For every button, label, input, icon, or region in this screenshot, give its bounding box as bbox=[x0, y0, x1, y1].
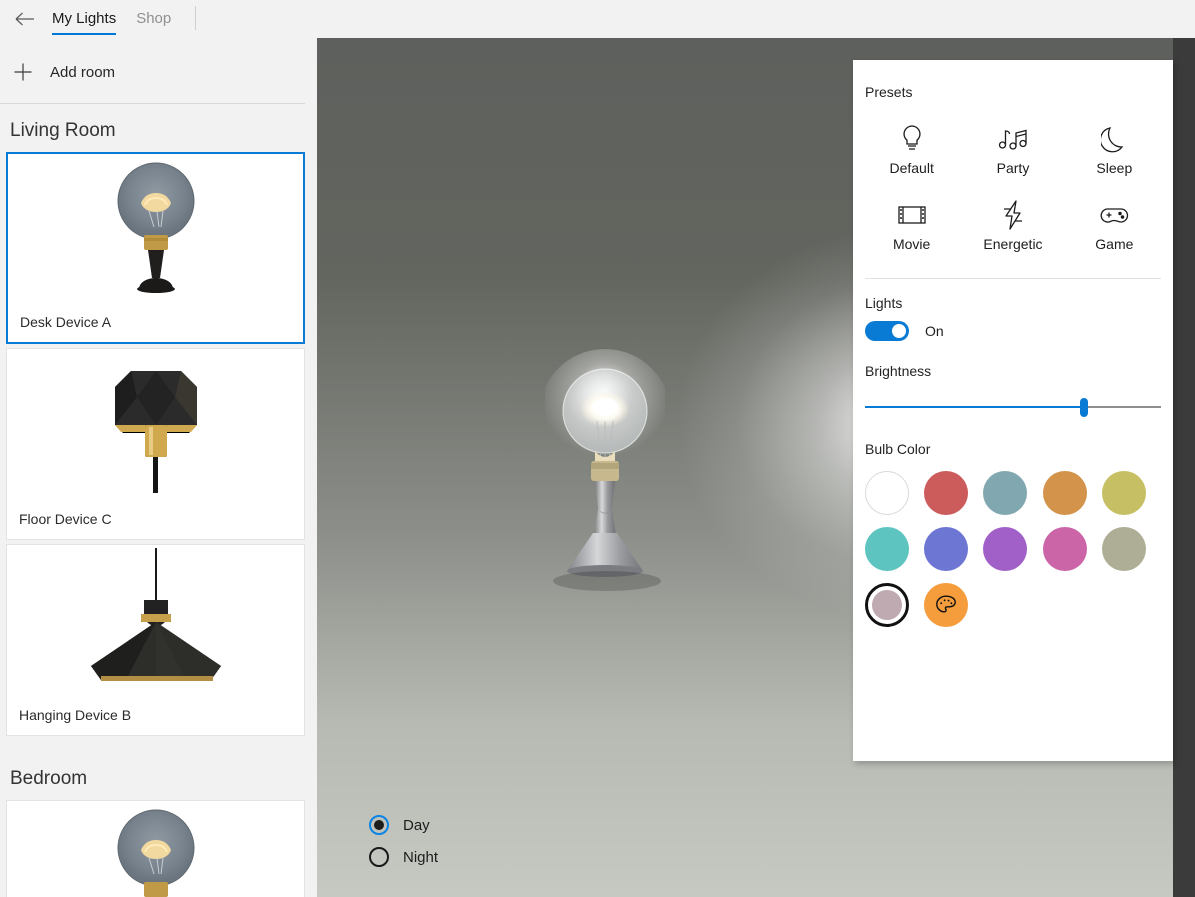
brightness-slider-thumb[interactable] bbox=[1080, 398, 1089, 417]
lights-toggle[interactable] bbox=[865, 321, 909, 341]
crescent-moon-icon bbox=[1101, 122, 1127, 156]
desk-lamp-thumbnail bbox=[7, 801, 304, 897]
pendant-lamp-thumbnail bbox=[7, 545, 304, 697]
swatch-color-fill bbox=[865, 471, 909, 515]
lightning-bolt-icon bbox=[1001, 198, 1025, 232]
swatch-color-fill bbox=[1101, 527, 1146, 571]
swatch-magenta[interactable] bbox=[1042, 527, 1087, 571]
swatch-steel-blue[interactable] bbox=[983, 471, 1028, 515]
palette-icon bbox=[924, 583, 968, 627]
gamepad-icon bbox=[1099, 198, 1129, 232]
plus-icon bbox=[11, 60, 35, 84]
app-root: My Lights Shop Add room Living Room Desk… bbox=[0, 0, 1195, 897]
preset-party-label: Party bbox=[996, 160, 1030, 176]
swatch-color-fill bbox=[1042, 471, 1087, 515]
lights-state-label: On bbox=[925, 323, 944, 339]
swatch-color-fill bbox=[865, 527, 909, 571]
light-control-panel: Presets Default Party Sleep Movie Energe… bbox=[853, 60, 1173, 761]
swatch-purple[interactable] bbox=[983, 527, 1028, 571]
viewport-right-frame bbox=[1173, 38, 1195, 897]
tab-active-underline bbox=[52, 33, 117, 35]
radio-night-icon[interactable] bbox=[369, 847, 389, 867]
lights-heading: Lights bbox=[865, 295, 903, 311]
swatch-white[interactable] bbox=[865, 471, 909, 515]
device-card-label: Desk Device A bbox=[20, 314, 112, 330]
scene-mode-night-label: Night bbox=[403, 848, 439, 866]
scene-mode-night[interactable]: Night bbox=[369, 841, 438, 873]
swatch-color-fill bbox=[983, 527, 1028, 571]
swatch-red[interactable] bbox=[924, 471, 969, 515]
device-card-label: Hanging Device B bbox=[19, 707, 132, 723]
preset-default[interactable]: Default bbox=[861, 122, 962, 176]
room-title-bedroom: Bedroom bbox=[10, 768, 88, 789]
bulb-color-heading: Bulb Color bbox=[865, 441, 931, 457]
swatch-indigo[interactable] bbox=[924, 527, 969, 571]
swatch-color-fill bbox=[924, 527, 969, 571]
brightness-slider-fill bbox=[865, 406, 1085, 408]
tab-shop[interactable]: Shop bbox=[126, 4, 181, 30]
tab-my-lights-label: My Lights bbox=[52, 10, 117, 27]
scene-mode-radio-group: Day Night bbox=[369, 809, 438, 873]
preset-sleep[interactable]: Sleep bbox=[1064, 122, 1165, 176]
sidebar: My Lights Shop Add room Living Room Desk… bbox=[0, 0, 310, 897]
add-room-label: Add room bbox=[50, 63, 116, 81]
music-notes-icon bbox=[998, 122, 1028, 156]
glowing-desk-lamp bbox=[539, 343, 671, 603]
radio-day-icon[interactable] bbox=[369, 815, 389, 835]
toggle-knob bbox=[892, 324, 906, 338]
swatch-orange[interactable] bbox=[1042, 471, 1087, 515]
preset-energetic-label: Energetic bbox=[983, 236, 1043, 252]
swatch-mauve[interactable] bbox=[865, 583, 909, 627]
swatch-color-fill bbox=[1042, 527, 1087, 571]
scene-mode-day[interactable]: Day bbox=[369, 809, 438, 841]
device-card-label: Floor Device C bbox=[19, 511, 112, 527]
preset-movie[interactable]: Movie bbox=[861, 198, 962, 252]
preset-movie-label: Movie bbox=[892, 236, 931, 252]
lightbulb-icon bbox=[900, 122, 924, 156]
presets-heading: Presets bbox=[865, 84, 913, 100]
swatch-color-fill bbox=[924, 471, 969, 515]
device-card-bedroom-1[interactable] bbox=[6, 800, 305, 897]
presets-grid: Default Party Sleep Movie Energetic Game bbox=[853, 100, 1173, 252]
lights-toggle-row: On bbox=[853, 311, 1173, 341]
tab-my-lights[interactable]: My Lights bbox=[42, 4, 126, 35]
swatch-color-fill bbox=[870, 588, 904, 622]
brightness-slider[interactable] bbox=[865, 395, 1161, 419]
device-card-floor-device-c[interactable]: Floor Device C bbox=[6, 348, 305, 540]
brightness-heading: Brightness bbox=[865, 363, 932, 379]
swatch-color-fill bbox=[983, 471, 1028, 515]
desk-lamp-thumbnail bbox=[8, 154, 303, 306]
preset-game[interactable]: Game bbox=[1064, 198, 1165, 252]
wall-sconce-thumbnail bbox=[7, 349, 304, 501]
scene-mode-day-label: Day bbox=[403, 816, 430, 834]
device-card-desk-device-a[interactable]: Desk Device A bbox=[6, 152, 305, 344]
swatch-color-fill bbox=[1101, 471, 1146, 515]
add-room-button[interactable]: Add room bbox=[0, 49, 310, 95]
swatch-turquoise[interactable] bbox=[865, 527, 909, 571]
preset-default-label: Default bbox=[889, 160, 934, 176]
tab-separator bbox=[195, 6, 197, 30]
room-title-living-room: Living Room bbox=[10, 120, 116, 141]
preset-game-label: Game bbox=[1095, 236, 1134, 252]
swatch-sage[interactable] bbox=[1101, 527, 1146, 571]
bulb-color-swatch-grid bbox=[853, 457, 1173, 627]
back-arrow-icon[interactable] bbox=[8, 2, 42, 36]
preset-party[interactable]: Party bbox=[962, 122, 1063, 176]
tab-shop-label: Shop bbox=[136, 10, 172, 27]
preset-energetic[interactable]: Energetic bbox=[962, 198, 1063, 252]
swatch-olive[interactable] bbox=[1101, 471, 1146, 515]
swatch-custom-color[interactable] bbox=[924, 583, 969, 627]
film-strip-icon bbox=[898, 198, 926, 232]
tab-bar: My Lights Shop bbox=[0, 0, 310, 38]
device-card-hanging-device-b[interactable]: Hanging Device B bbox=[6, 544, 305, 736]
preset-sleep-label: Sleep bbox=[1096, 160, 1133, 176]
